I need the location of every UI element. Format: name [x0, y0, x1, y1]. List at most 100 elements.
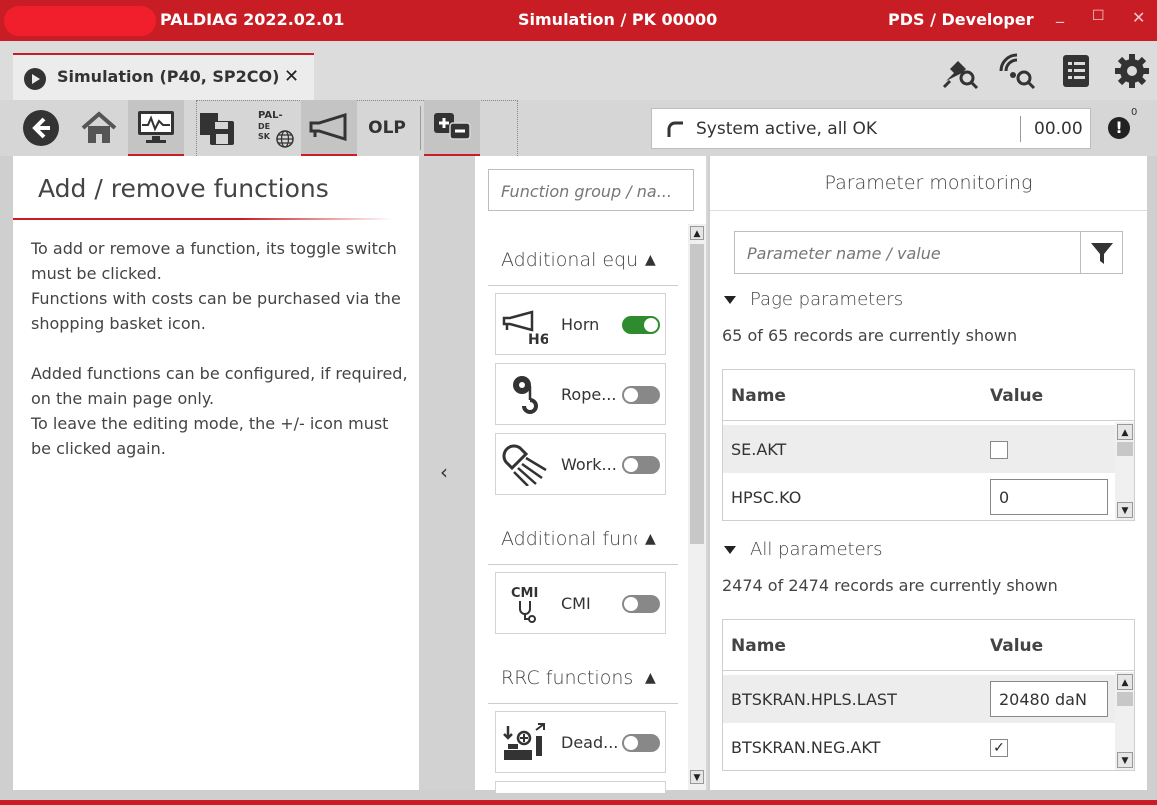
cmi-toggle[interactable] — [622, 595, 660, 613]
home-button[interactable] — [71, 100, 127, 156]
document-list-icon[interactable] — [1057, 51, 1097, 91]
dead-toggle[interactable] — [622, 734, 660, 752]
sk-label: SK — [258, 132, 270, 141]
dead-man-icon — [503, 723, 545, 760]
param-value-input[interactable]: 20480 daN — [990, 681, 1108, 717]
tab-strip: Simulation (P40, SP2CO) ✕ — [0, 41, 1157, 100]
minimize-button[interactable]: _ — [1056, 4, 1064, 23]
plug-search-icon[interactable] — [940, 51, 980, 91]
table-row: BTSKRAN.HPLS.LAST 20480 daN — [723, 675, 1115, 723]
alert-count: 0 — [1131, 107, 1138, 118]
param-checkbox[interactable] — [990, 441, 1008, 459]
scroll-down-arrow[interactable]: ▼ — [1117, 502, 1133, 518]
group-additional-equipment[interactable]: Additional equi — [501, 249, 637, 271]
instructions-paragraph-2: Added functions can be configured, if re… — [31, 364, 408, 458]
collapse-bar[interactable]: ‹ — [419, 156, 475, 790]
language-button[interactable]: PAL- DE SK — [240, 100, 298, 156]
add-remove-button[interactable] — [424, 100, 480, 156]
group-additional-functions[interactable]: Additional func — [501, 528, 637, 550]
chevron-up-icon[interactable]: ▲ — [645, 670, 656, 686]
table-row: HPSC.KO 0 — [723, 473, 1115, 520]
scroll-down-arrow[interactable]: ▼ — [690, 770, 704, 784]
filter-button[interactable] — [1080, 231, 1123, 274]
status-text: System active, all OK — [696, 119, 878, 139]
user-role: PDS / Developer — [888, 10, 1034, 29]
function-list-panel: Function group / na... Additional equi ▲… — [475, 156, 708, 793]
chevron-up-icon[interactable]: ▲ — [645, 252, 656, 268]
function-card-dead: Dead... — [495, 711, 666, 773]
parameter-search-input[interactable]: Parameter name / value — [734, 231, 1080, 274]
column-header-name[interactable]: Name — [731, 386, 786, 406]
olp-button[interactable]: OLP — [358, 100, 416, 156]
group-divider — [488, 285, 678, 286]
grid-header: Name Value — [723, 370, 1134, 421]
table-row: BTSKRAN.NEG.AKT ✓ — [723, 723, 1115, 770]
param-name: BTSKRAN.NEG.AKT — [731, 738, 881, 757]
alert-icon[interactable]: ! — [1108, 117, 1130, 139]
section-label: All parameters — [750, 539, 883, 560]
wireless-search-icon[interactable] — [997, 51, 1037, 91]
title-underline — [13, 218, 393, 220]
param-value-input[interactable]: 0 — [990, 479, 1108, 515]
copy-save-icon — [200, 113, 234, 145]
scroll-thumb[interactable] — [1117, 692, 1133, 706]
redacted-logo — [4, 6, 156, 36]
tab-simulation[interactable]: Simulation (P40, SP2CO) ✕ — [13, 53, 314, 100]
back-arrow-icon — [23, 110, 59, 146]
chevron-left-icon[interactable]: ‹ — [440, 460, 448, 484]
function-search-input[interactable]: Function group / na... — [488, 169, 694, 211]
column-header-value[interactable]: Value — [990, 386, 1043, 406]
scroll-thumb[interactable] — [690, 244, 704, 544]
panel-title: Add / remove functions — [38, 174, 329, 203]
function-list-scrollbar[interactable]: ▲ ▼ — [688, 224, 706, 790]
filter-icon — [1090, 242, 1113, 264]
language-icon: PAL- DE SK — [246, 106, 294, 150]
all-records-count: 2474 of 2474 records are currently shown — [722, 576, 1058, 595]
title-bar: PALDIAG 2022.02.01 Simulation / PK 00000… — [0, 0, 1157, 41]
triangle-down-icon — [724, 546, 736, 554]
parameter-monitoring-title: Parameter monitoring — [824, 172, 1033, 194]
table-row: SE.AKT — [723, 425, 1115, 473]
close-window-button[interactable]: ✕ — [1132, 8, 1145, 27]
scroll-thumb[interactable] — [1117, 442, 1133, 456]
grid-scrollbar[interactable]: ▲ ▼ — [1115, 672, 1134, 770]
function-label: Dead... — [561, 733, 619, 752]
rope-toggle[interactable] — [622, 386, 660, 404]
maximize-button[interactable]: ☐ — [1092, 8, 1105, 24]
column-header-value[interactable]: Value — [990, 636, 1043, 656]
grid-scrollbar[interactable]: ▲ ▼ — [1115, 422, 1134, 520]
work-light-icon — [502, 444, 547, 486]
back-button[interactable] — [13, 100, 69, 156]
function-label: Work... — [561, 455, 617, 474]
param-name: HPSC.KO — [731, 488, 802, 507]
function-card-horn: H6 Horn — [495, 293, 666, 355]
tab-close-button[interactable]: ✕ — [284, 66, 299, 87]
monitor-button[interactable] — [128, 100, 184, 156]
function-card-partial — [495, 781, 666, 793]
scroll-up-arrow[interactable]: ▲ — [1117, 674, 1133, 690]
toolbar-divider — [420, 106, 421, 150]
param-checkbox[interactable]: ✓ — [990, 739, 1008, 757]
bottom-border — [0, 800, 1157, 805]
chevron-up-icon[interactable]: ▲ — [645, 531, 656, 547]
scroll-down-arrow[interactable]: ▼ — [1117, 752, 1133, 768]
add-remove-functions-panel: Add / remove functions To add or remove … — [13, 156, 419, 790]
group-rrc-functions[interactable]: RRC functions — [501, 667, 637, 689]
status-separator — [1020, 116, 1021, 142]
scroll-up-arrow[interactable]: ▲ — [690, 226, 704, 240]
gear-icon[interactable] — [1112, 51, 1152, 91]
status-value: 00.00 — [1034, 119, 1083, 139]
scroll-up-arrow[interactable]: ▲ — [1117, 424, 1133, 440]
svg-text:H6: H6 — [528, 332, 548, 346]
column-header-name[interactable]: Name — [731, 636, 786, 656]
save-files-button[interactable] — [196, 100, 238, 156]
work-toggle[interactable] — [622, 456, 660, 474]
rope-hook-icon — [513, 376, 538, 414]
parameter-monitoring-panel: Parameter monitoring Parameter name / va… — [710, 156, 1147, 790]
horn-button[interactable] — [301, 100, 357, 156]
all-parameters-section[interactable]: All parameters — [724, 539, 882, 560]
param-name: SE.AKT — [731, 440, 787, 459]
horn-toggle[interactable] — [622, 316, 660, 334]
globe-icon — [276, 130, 294, 148]
page-parameters-section[interactable]: Page parameters — [724, 289, 903, 310]
